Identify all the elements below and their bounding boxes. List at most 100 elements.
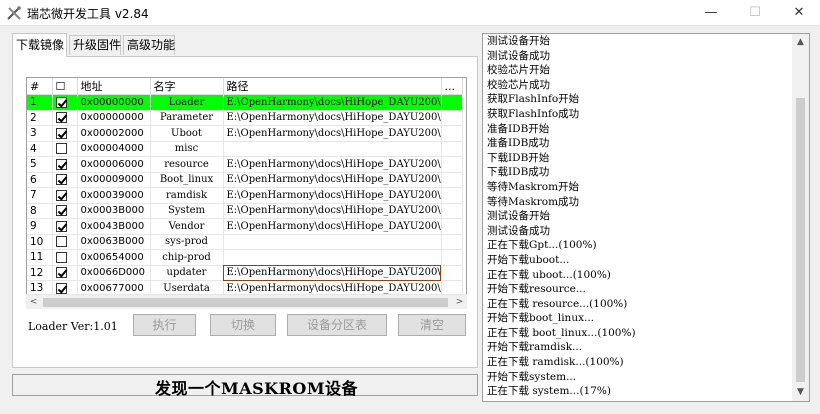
column-header-name[interactable]: 名字 [150,78,224,95]
row-checkbox-cell[interactable] [52,234,78,250]
row-name[interactable]: Parameter [150,110,224,126]
column-header-index[interactable]: # [27,78,53,95]
table-row[interactable]: 6 0x00009000 Boot_linux E:\OpenHarmony\docs… [27,172,463,188]
row-checkbox-cell[interactable] [52,187,78,204]
tab-download-image[interactable]: 下载镜像 [12,33,67,57]
scroll-up-icon[interactable]: ▲ [792,34,809,51]
table-row[interactable]: 4 0x00004000 misc [27,141,463,157]
table-row[interactable]: 5 0x00006000 resource E:\OpenHarmony\docs\H… [27,156,463,173]
row-browse-cell[interactable] [441,141,463,157]
row-browse-cell[interactable] [441,218,463,235]
table-row[interactable]: 10 0x0063B000 sys-prod [27,234,463,250]
row-checkbox[interactable] [55,96,67,108]
row-address[interactable]: 0x00000000 [77,94,151,111]
switch-button[interactable]: 切换 [210,314,276,336]
row-checkbox[interactable] [55,189,67,201]
row-checkbox-cell[interactable] [52,94,78,111]
row-checkbox-cell[interactable] [52,156,78,173]
row-checkbox[interactable] [55,143,67,155]
table-row[interactable]: 8 0x0003B000 System E:\OpenHarmony\docs\HiH… [27,203,463,219]
tab-advanced-functions[interactable]: 高级功能 [123,35,175,55]
row-path[interactable]: E:\OpenHarmony\docs\HiHope_DAYU200\... [223,218,442,235]
scroll-left-icon[interactable]: < [26,295,41,310]
row-checkbox[interactable] [55,174,67,186]
row-checkbox[interactable] [55,282,67,294]
row-address[interactable]: 0x00002000 [77,125,151,142]
row-checkbox[interactable] [55,127,67,139]
row-address[interactable]: 0x00009000 [77,172,151,188]
row-path[interactable]: E:\OpenHarmony\docs\HiHope_DAYU200\... [223,203,442,219]
minimize-button[interactable]: — [689,0,733,26]
row-checkbox[interactable] [55,236,67,248]
row-checkbox-cell[interactable] [52,203,78,219]
table-row[interactable]: 9 0x0043B000 Vendor E:\OpenHarmony\docs\HiH… [27,218,463,235]
row-path[interactable]: E:\OpenHarmony\docs\HiHope_DAYU200\... [223,156,442,173]
row-name[interactable]: updater [150,265,224,281]
row-checkbox-cell[interactable] [52,265,78,281]
row-checkbox-cell[interactable] [52,110,78,126]
column-header-more[interactable]: ... [441,78,463,95]
row-checkbox-cell[interactable] [52,218,78,235]
row-browse-cell[interactable] [441,110,463,126]
scroll-down-icon[interactable]: ▼ [792,384,809,401]
row-browse-cell[interactable] [441,94,463,111]
table-row[interactable]: 1 0x00000000 Loader E:\OpenHarmony\docs\HiH… [27,94,463,111]
column-header-path[interactable]: 路径 [223,78,442,95]
row-checkbox[interactable] [55,158,67,170]
scroll-right-icon[interactable]: > [452,295,467,310]
row-browse-cell[interactable] [441,172,463,188]
row-name[interactable]: chip-prod [150,249,224,266]
row-checkbox-cell[interactable] [52,125,78,142]
row-address[interactable]: 0x0063B000 [77,234,151,250]
row-name[interactable]: Loader [150,94,224,111]
row-path[interactable] [223,141,442,157]
row-name[interactable]: ramdisk [150,187,224,204]
row-name[interactable]: System [150,203,224,219]
row-address[interactable]: 0x00004000 [77,141,151,157]
row-name[interactable]: Boot_linux [150,172,224,188]
row-browse-cell[interactable] [441,203,463,219]
row-address[interactable]: 0x00006000 [77,156,151,173]
row-path[interactable]: E:\OpenHarmony\docs\HiHope_DAYU200\... [223,172,442,188]
row-path[interactable]: E:\OpenHarmony\docs\HiHope_DAYU200\... [223,110,442,126]
clear-button[interactable]: 清空 [398,314,466,336]
row-browse-cell[interactable] [441,234,463,250]
column-header-address[interactable]: 地址 [77,78,151,95]
tab-upgrade-firmware[interactable]: 升级固件 [69,35,121,55]
row-checkbox[interactable] [55,112,67,124]
table-row[interactable]: 2 0x00000000 Parameter E:\OpenHarmony\docs\… [27,110,463,126]
row-checkbox-cell[interactable] [52,141,78,157]
scrollbar-thumb[interactable] [796,98,805,382]
row-path[interactable]: E:\OpenHarmony\docs\HiHope_DAYU200\... [223,265,442,281]
row-checkbox[interactable] [55,267,67,279]
row-browse-cell[interactable] [441,125,463,142]
row-browse-cell[interactable] [441,187,463,204]
row-path[interactable] [223,234,442,250]
row-browse-cell[interactable] [441,156,463,173]
row-name[interactable]: misc [150,141,224,157]
row-address[interactable]: 0x00654000 [77,249,151,266]
maximize-button[interactable]: ☐ [733,0,777,26]
row-name[interactable]: resource [150,156,224,173]
row-address[interactable]: 0x0043B000 [77,218,151,235]
run-button[interactable]: 执行 [133,314,196,336]
table-row[interactable]: 7 0x00039000 ramdisk E:\OpenHarmony\docs\Hi… [27,187,463,204]
close-button[interactable]: ✕ [777,0,820,26]
vertical-scrollbar[interactable]: ▲ ▼ [792,34,809,401]
row-browse-cell[interactable] [441,265,463,281]
row-address[interactable]: 0x00039000 [77,187,151,204]
row-address[interactable]: 0x00000000 [77,110,151,126]
table-row[interactable]: 11 0x00654000 chip-prod [27,249,463,266]
row-path[interactable]: E:\OpenHarmony\docs\HiHope_DAYU200\... [223,125,442,142]
row-address[interactable]: 0x0003B000 [77,203,151,219]
horizontal-scrollbar[interactable]: < > [26,294,467,309]
row-name[interactable]: Vendor [150,218,224,235]
row-checkbox-cell[interactable] [52,249,78,266]
scrollbar-thumb[interactable] [43,298,448,307]
row-path[interactable] [223,249,442,266]
row-checkbox[interactable] [55,251,67,263]
column-header-select-all[interactable]: ☐ [52,78,78,95]
device-partition-table-button[interactable]: 设备分区表 [287,314,387,336]
log-panel[interactable]: 测试设备开始 测试设备成功 校验芯片开始 校验芯片成功 获取FlashInfo开始 获取F… [482,33,810,402]
table-row[interactable]: 12 0x0066D000 updater E:\OpenHarmony\docs\H… [27,265,463,281]
